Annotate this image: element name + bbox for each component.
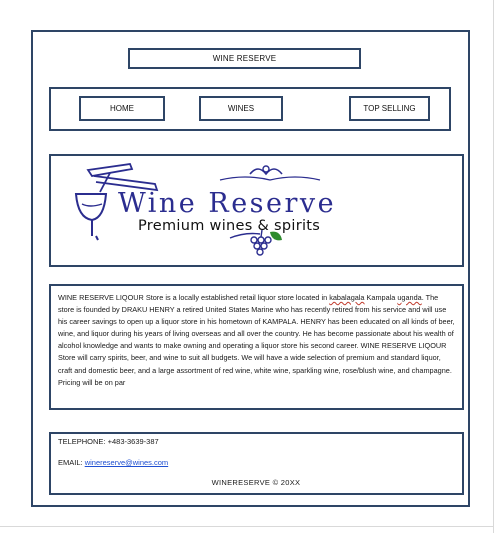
- logo-subtitle: Premium wines & spirits: [138, 218, 321, 234]
- about-text-part: WINE RESERVE LIQOUR Store is a locally e…: [58, 293, 330, 302]
- about-text-part: Kampala: [364, 293, 398, 302]
- misspelled-word: kabalagala: [329, 293, 365, 302]
- email-line: EMAIL: winereserve@wines.com: [58, 458, 168, 467]
- nav-home-button[interactable]: HOME: [79, 96, 165, 121]
- logo-title: Wine Reserve: [118, 188, 337, 219]
- about-text-part: . The store is founded by DRAKU HENRY a …: [58, 293, 455, 387]
- misspelled-word: uganda: [397, 293, 422, 302]
- nav-top-selling-button[interactable]: TOP SELLING: [349, 96, 430, 121]
- email-link[interactable]: winereserve@wines.com: [85, 458, 168, 467]
- page-edge: [493, 0, 494, 533]
- copyright: WINERESERVE © 20XX: [211, 478, 301, 487]
- nav-wines-button[interactable]: WINES: [199, 96, 283, 121]
- logo: Wine Reserve Premium wines & spirits: [70, 160, 410, 262]
- site-title: WINE RESERVE: [128, 48, 361, 69]
- email-label: EMAIL:: [58, 458, 85, 467]
- about-text: WINE RESERVE LIQOUR Store is a locally e…: [58, 292, 456, 389]
- page-edge: [0, 526, 494, 527]
- telephone: TELEPHONE: +483-3639-387: [58, 437, 159, 446]
